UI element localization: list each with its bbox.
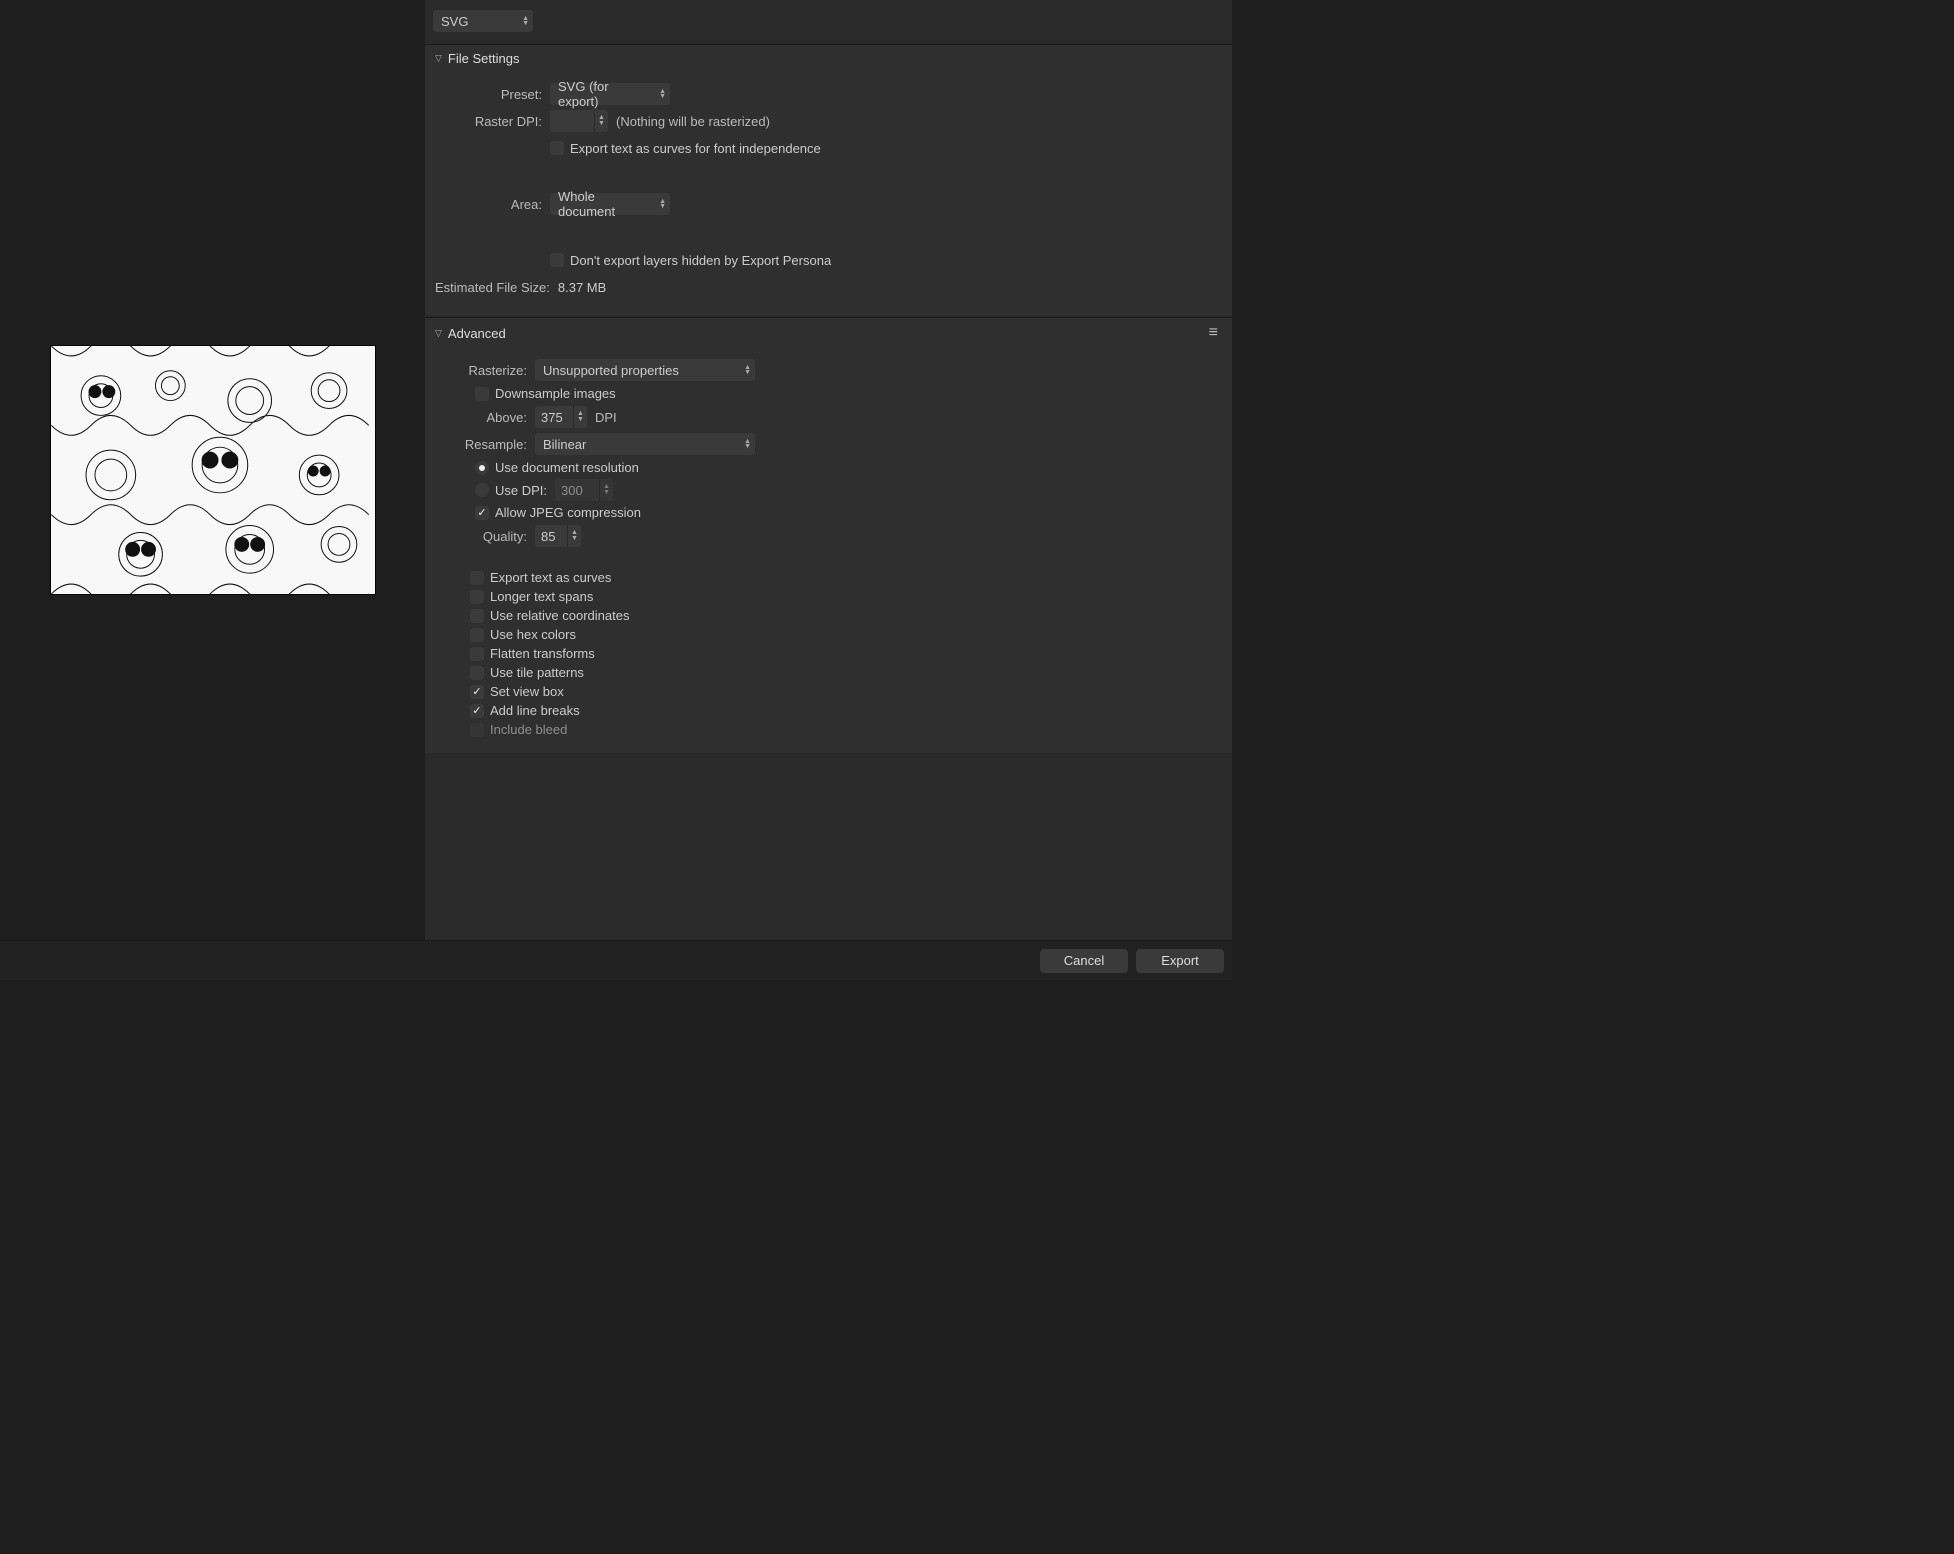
use-tile-patterns-checkbox[interactable] xyxy=(470,666,484,680)
area-select[interactable]: Whole document ▲▼ xyxy=(550,193,670,215)
use-dpi-label: Use DPI: xyxy=(495,483,547,498)
format-select[interactable]: SVG ▲▼ xyxy=(433,10,533,32)
file-settings-section: ▽ File Settings Preset: SVG (for export)… xyxy=(425,44,1232,315)
resample-label: Resample: xyxy=(435,437,535,452)
allow-jpeg-label: Allow JPEG compression xyxy=(495,505,641,520)
include-bleed-label: Include bleed xyxy=(490,722,567,737)
advanced-header[interactable]: ▽ Advanced ≡ xyxy=(425,318,1232,348)
use-dpi-stepper[interactable]: ▲▼ xyxy=(599,479,613,501)
rasterize-label: Rasterize: xyxy=(435,363,535,378)
above-label: Above: xyxy=(435,410,535,425)
dont-export-hidden-checkbox[interactable] xyxy=(550,253,564,267)
dialog-footer: Cancel Export xyxy=(0,940,1232,980)
quality-label: Quality: xyxy=(435,529,535,544)
use-hex-colors-checkbox[interactable] xyxy=(470,628,484,642)
above-stepper[interactable]: ▲▼ xyxy=(573,406,587,428)
use-doc-resolution-radio[interactable] xyxy=(475,461,489,475)
export-text-curves2-label: Export text as curves xyxy=(490,570,611,585)
use-tile-patterns-label: Use tile patterns xyxy=(490,665,584,680)
preview-pane xyxy=(0,0,425,940)
cancel-button[interactable]: Cancel xyxy=(1040,949,1128,973)
stepper-icon: ▲▼ xyxy=(522,16,529,26)
quality-stepper[interactable]: ▲▼ xyxy=(567,525,581,547)
chevron-down-icon: ▽ xyxy=(435,53,442,64)
stepper-icon: ▲▼ xyxy=(659,199,666,209)
preset-select[interactable]: SVG (for export) ▲▼ xyxy=(550,83,670,105)
advanced-title: Advanced xyxy=(448,326,506,341)
include-bleed-checkbox xyxy=(470,723,484,737)
flatten-transforms-checkbox[interactable] xyxy=(470,647,484,661)
advanced-section: ▽ Advanced ≡ Rasterize: Unsupported prop… xyxy=(425,317,1232,753)
add-line-breaks-label: Add line breaks xyxy=(490,703,580,718)
dpi-suffix: DPI xyxy=(595,410,617,425)
longer-text-spans-label: Longer text spans xyxy=(490,589,593,604)
raster-dpi-label: Raster DPI: xyxy=(435,114,550,129)
raster-dpi-stepper[interactable]: ▲▼ xyxy=(594,110,608,132)
preset-label: Preset: xyxy=(435,87,550,102)
use-relative-coords-checkbox[interactable] xyxy=(470,609,484,623)
downsample-checkbox[interactable] xyxy=(475,387,489,401)
estimated-size-label: Estimated File Size: xyxy=(435,280,558,295)
stepper-icon: ▲▼ xyxy=(744,439,751,449)
set-view-box-label: Set view box xyxy=(490,684,564,699)
export-text-curves-label: Export text as curves for font independe… xyxy=(570,141,821,156)
raster-dpi-input[interactable] xyxy=(550,110,594,132)
export-text-curves-checkbox[interactable] xyxy=(550,141,564,155)
estimated-size-value: 8.37 MB xyxy=(558,280,606,295)
raster-hint: (Nothing will be rasterized) xyxy=(616,114,770,129)
stepper-icon: ▲▼ xyxy=(744,365,751,375)
menu-icon[interactable]: ≡ xyxy=(1205,324,1222,342)
export-preview xyxy=(50,345,376,595)
quality-input[interactable]: 85 xyxy=(535,525,567,547)
allow-jpeg-checkbox[interactable] xyxy=(475,506,489,520)
use-relative-coords-label: Use relative coordinates xyxy=(490,608,629,623)
area-label: Area: xyxy=(435,197,550,212)
export-button[interactable]: Export xyxy=(1136,949,1224,973)
set-view-box-checkbox[interactable] xyxy=(470,685,484,699)
file-settings-title: File Settings xyxy=(448,51,520,66)
export-text-curves2-checkbox[interactable] xyxy=(470,571,484,585)
resample-select[interactable]: Bilinear ▲▼ xyxy=(535,433,755,455)
export-options-pane: SVG ▲▼ ▽ File Settings Preset: SVG (for … xyxy=(425,0,1232,940)
downsample-label: Downsample images xyxy=(495,386,616,401)
use-hex-colors-label: Use hex colors xyxy=(490,627,576,642)
above-input[interactable]: 375 xyxy=(535,406,573,428)
rasterize-select[interactable]: Unsupported properties ▲▼ xyxy=(535,359,755,381)
longer-text-spans-checkbox[interactable] xyxy=(470,590,484,604)
use-doc-resolution-label: Use document resolution xyxy=(495,460,639,475)
file-settings-header[interactable]: ▽ File Settings xyxy=(425,45,1232,72)
dont-export-hidden-label: Don't export layers hidden by Export Per… xyxy=(570,253,831,268)
use-dpi-radio[interactable] xyxy=(475,483,489,497)
chevron-down-icon: ▽ xyxy=(435,328,442,339)
stepper-icon: ▲▼ xyxy=(659,89,666,99)
use-dpi-input[interactable]: 300 xyxy=(555,479,599,501)
add-line-breaks-checkbox[interactable] xyxy=(470,704,484,718)
format-value: SVG xyxy=(441,14,468,29)
flatten-transforms-label: Flatten transforms xyxy=(490,646,595,661)
